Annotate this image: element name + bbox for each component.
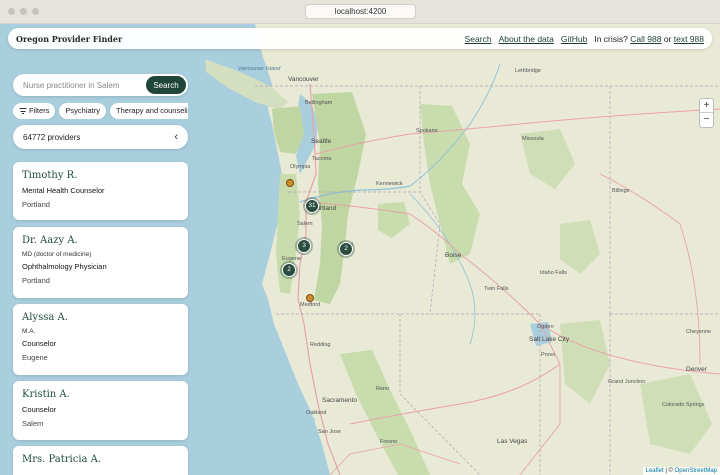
place-label: Spokane	[416, 128, 438, 134]
cluster-marker[interactable]: 3	[297, 239, 311, 253]
provider-role: Counselor	[22, 339, 57, 348]
provider-name: Dr. Aazy A.	[22, 235, 78, 246]
place-label: Ogden	[537, 324, 554, 330]
zoom-out-button[interactable]: −	[700, 113, 713, 127]
provider-role: Counselor	[22, 405, 57, 414]
place-label: Denver	[686, 366, 707, 373]
place-label: Boise	[445, 252, 462, 259]
results-count-bar: 64772 providers ‹	[13, 125, 188, 149]
close-window-dot[interactable]	[8, 8, 15, 15]
provider-pin[interactable]	[286, 179, 294, 187]
place-label: Seattle	[311, 138, 332, 145]
provider-pin[interactable]	[306, 294, 314, 302]
place-label: Grand Junction	[608, 379, 646, 385]
nav-search-link[interactable]: Search	[465, 34, 492, 44]
map-attribution: Leaflet | © OpenStreetMap	[642, 467, 720, 475]
attribution-sep: |	[665, 468, 667, 474]
provider-card[interactable]: Dr. Aazy A. MD (doctor of medicine) Opht…	[13, 227, 188, 298]
place-label: Reno	[376, 386, 390, 392]
nav-about-link[interactable]: About the data	[499, 34, 554, 44]
place-label: Las Vegas	[497, 438, 528, 445]
minimize-window-dot[interactable]	[20, 8, 27, 15]
place-label: Fresno	[380, 439, 398, 445]
window-controls	[8, 8, 39, 15]
provider-count: 64772 providers	[23, 132, 81, 142]
place-label: Oakland	[306, 410, 327, 416]
text-988-link[interactable]: text 988	[674, 34, 704, 44]
place-label: Bellingham	[305, 100, 333, 106]
provider-name: Kristin A.	[22, 389, 70, 400]
filter-chips: Filters Psychiatry Therapy and counselin…	[13, 103, 188, 119]
filters-button[interactable]: Filters	[13, 103, 56, 119]
place-label: Idaho Falls	[540, 270, 567, 276]
place-label: San Jose	[318, 429, 341, 435]
place-label: Twin Falls	[484, 286, 509, 292]
place-label: Kennewick	[376, 181, 403, 187]
top-nav: Search About the data GitHub In crisis? …	[465, 34, 704, 44]
search-bar: Search	[13, 74, 188, 96]
provider-name: Alyssa A.	[22, 312, 68, 323]
provider-city: Portland	[22, 276, 50, 285]
place-label: Salem	[297, 221, 313, 227]
attribution-copy: ©	[668, 468, 673, 474]
place-label: Redding	[310, 342, 331, 348]
provider-city: Salem	[22, 419, 44, 428]
provider-role: Mental Health Counselor	[22, 186, 105, 195]
provider-city: Eugene	[22, 353, 48, 362]
site-header: Oregon Provider Finder Search About the …	[8, 28, 712, 49]
filter-icon	[19, 108, 26, 114]
collapse-sidebar-button[interactable]: ‹	[174, 131, 178, 143]
cluster-marker[interactable]: 31	[305, 199, 319, 213]
provider-card[interactable]: Mrs. Patricia A.	[13, 446, 188, 475]
place-label: Olympia	[290, 164, 311, 170]
cluster-marker[interactable]: 2	[282, 263, 296, 277]
osm-link[interactable]: OpenStreetMap	[675, 468, 717, 474]
place-label: Billings	[612, 188, 630, 194]
provider-city: Portland	[22, 200, 50, 209]
place-label: Medford	[300, 302, 321, 308]
place-label: Tacoma	[312, 156, 332, 162]
place-label: Lethbridge	[515, 68, 541, 74]
zoom-in-button[interactable]: +	[700, 99, 713, 113]
place-label: Sacramento	[322, 397, 358, 404]
place-label: Missoula	[522, 136, 544, 142]
maximize-window-dot[interactable]	[32, 8, 39, 15]
provider-credential: MD (doctor of medicine)	[22, 251, 92, 258]
search-input[interactable]	[23, 78, 143, 92]
provider-card[interactable]: Alyssa A. M.A. Counselor Eugene	[13, 304, 188, 375]
chip-therapy-and-counseling[interactable]: Therapy and counseling	[110, 103, 188, 119]
address-bar[interactable]: localhost:4200	[305, 4, 416, 19]
place-label: Eugene	[282, 256, 301, 262]
crisis-or: or	[663, 33, 672, 44]
place-label: Salt Lake City	[529, 336, 570, 343]
crisis-text: In crisis? Call 988 or text 988	[594, 34, 704, 44]
crisis-prefix: In crisis?	[594, 33, 628, 44]
place-label: Vancouver	[288, 76, 319, 83]
place-label: Cheyenne	[686, 329, 712, 335]
zoom-control: + −	[699, 98, 714, 128]
site-title[interactable]: Oregon Provider Finder	[16, 34, 122, 44]
filters-label: Filters	[29, 106, 50, 115]
cluster-marker[interactable]: 2	[339, 242, 353, 256]
provider-card[interactable]: Kristin A. Counselor Salem	[13, 381, 188, 440]
chip-psychiatry[interactable]: Psychiatry	[59, 103, 107, 119]
provider-card[interactable]: Timothy R. Mental Health Counselor Portl…	[13, 162, 188, 220]
provider-name: Mrs. Patricia A.	[22, 454, 102, 465]
provider-name: Timothy R.	[22, 170, 78, 181]
place-label: Vancouver Island	[238, 66, 281, 72]
place-label: Colorado Springs	[662, 402, 705, 408]
browser-chrome: localhost:4200	[0, 0, 720, 24]
place-label: Provo	[541, 352, 556, 358]
call-988-link[interactable]: Call 988	[630, 34, 661, 44]
leaflet-link[interactable]: Leaflet	[646, 468, 664, 474]
provider-credential: M.A.	[22, 328, 36, 335]
nav-github-link[interactable]: GitHub	[561, 34, 587, 44]
search-button[interactable]: Search	[146, 76, 186, 94]
provider-role: Ophthalmology Physician	[22, 262, 107, 271]
